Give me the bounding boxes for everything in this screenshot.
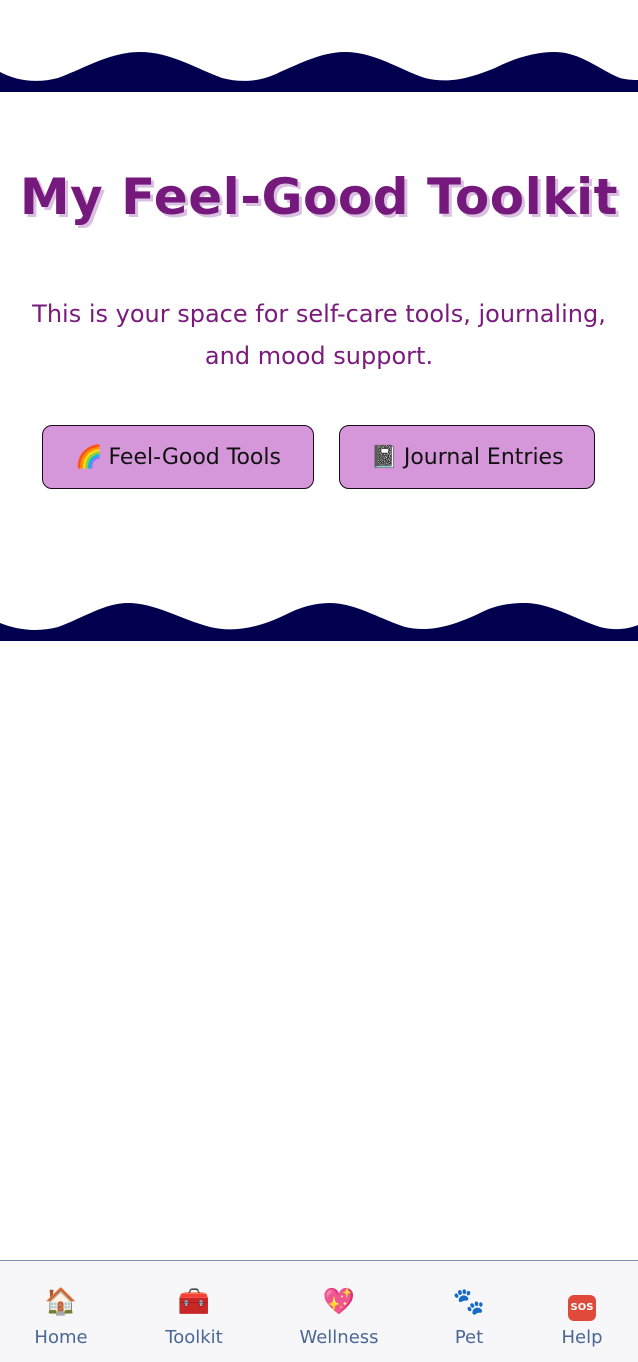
nav-item-help[interactable]: SOS Help — [542, 1261, 622, 1361]
nav-item-toolkit[interactable]: 🧰 Toolkit — [154, 1261, 234, 1361]
nav-label-wellness: Wellness — [299, 1327, 379, 1348]
page: My Feel-Good Toolkit This is your space … — [0, 0, 638, 1362]
notebook-icon: 📓 — [370, 444, 398, 470]
sparkling-heart-icon: 💖 — [322, 1287, 356, 1317]
page-title: My Feel-Good Toolkit — [19, 168, 619, 226]
journal-entries-label: Journal Entries — [403, 444, 564, 470]
nav-label-home: Home — [34, 1327, 88, 1348]
feel-good-tools-label: Feel-Good Tools — [108, 444, 281, 470]
feel-good-tools-button[interactable]: 🌈 Feel-Good Tools — [42, 425, 314, 489]
nav-label-pet: Pet — [454, 1327, 484, 1348]
bottom-navigation: 🏠 Home 🧰 Toolkit 💖 Wellness 🐾 Pet SOS He… — [0, 1260, 638, 1362]
page-subtitle: This is your space for self-care tools, … — [32, 300, 606, 370]
nav-item-pet[interactable]: 🐾 Pet — [429, 1261, 509, 1361]
nav-item-wellness[interactable]: 💖 Wellness — [289, 1261, 389, 1361]
rainbow-icon: 🌈 — [75, 444, 103, 470]
top-wave-decoration — [0, 52, 638, 92]
nav-item-home[interactable]: 🏠 Home — [21, 1261, 101, 1361]
journal-entries-button[interactable]: 📓 Journal Entries — [339, 425, 595, 489]
house-icon: 🏠 — [44, 1287, 78, 1317]
nav-label-toolkit: Toolkit — [165, 1327, 223, 1348]
bottom-wave-decoration — [0, 603, 638, 641]
nav-label-help: Help — [561, 1327, 603, 1348]
sos-icon: SOS — [568, 1287, 596, 1321]
paw-prints-icon: 🐾 — [452, 1287, 486, 1317]
sos-badge: SOS — [568, 1295, 596, 1321]
toolbox-icon: 🧰 — [177, 1287, 211, 1317]
